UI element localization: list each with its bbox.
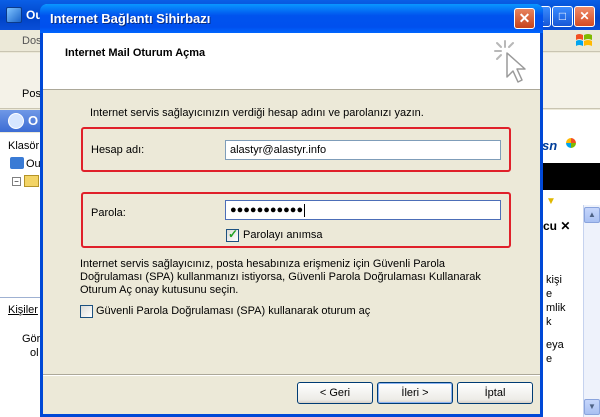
- spa-description-text: Internet servis sağlayıcınız, posta hesa…: [80, 258, 481, 296]
- remember-password-checkbox[interactable]: ✓: [226, 227, 239, 242]
- panel-text: e: [546, 353, 553, 365]
- back-button[interactable]: < Geri: [297, 382, 373, 404]
- contacts-text: ol: [30, 347, 39, 359]
- cancel-button[interactable]: İptal: [457, 382, 533, 404]
- windows-flag-icon: [576, 34, 592, 46]
- remember-password-label[interactable]: Parolayı anımsa: [243, 229, 322, 241]
- password-masked-value: ●●●●●●●●●●●: [230, 204, 304, 216]
- panel-text: eya: [546, 339, 564, 351]
- folder-header-title: O: [28, 113, 39, 128]
- text-caret: [304, 203, 306, 217]
- outlook-app-icon: [6, 7, 22, 23]
- panel-heading: cu ✕: [543, 219, 571, 233]
- outlook-folder-icon: [10, 157, 24, 169]
- scroll-down-icon[interactable]: ▼: [584, 399, 600, 415]
- scroll-up-icon[interactable]: ▲: [584, 207, 600, 223]
- account-name-input[interactable]: alastyr@alastyr.info: [225, 140, 501, 160]
- dialog-title: Internet Bağlantı Sihirbazı: [50, 11, 211, 26]
- next-button[interactable]: İleri >: [377, 382, 453, 404]
- local-folders-icon[interactable]: [24, 175, 39, 187]
- msn-logo: sn: [542, 138, 558, 153]
- dialog-titlebar[interactable]: Internet Bağlantı Sihirbazı ✕: [40, 4, 543, 33]
- wizard-cursor-icon: [494, 40, 526, 83]
- contacts-text: Gör: [22, 333, 41, 345]
- wizard-header: Internet Mail Oturum Açma: [43, 33, 540, 90]
- spa-checkbox[interactable]: [80, 305, 93, 318]
- outlook-express-icon: [8, 113, 24, 129]
- contacts-link[interactable]: Kişiler: [8, 304, 38, 316]
- folders-label: Klasör: [8, 140, 40, 152]
- maximize-button[interactable]: □: [552, 6, 573, 27]
- panel-text: e: [546, 288, 553, 300]
- wizard-page-title: Internet Mail Oturum Açma: [65, 47, 206, 59]
- internet-connection-wizard-dialog: Internet Bağlantı Sihirbazı ✕ Internet M…: [40, 4, 543, 417]
- msn-butterfly-icon: [566, 138, 576, 148]
- background-close-button[interactable]: ✕: [574, 6, 595, 27]
- password-input[interactable]: ●●●●●●●●●●●: [225, 200, 501, 220]
- pane-divider: [0, 297, 42, 298]
- panel-text: kişi: [546, 274, 562, 286]
- tree-item-outlook[interactable]: Ou: [26, 158, 41, 170]
- msn-banner: [541, 163, 600, 190]
- checkmark-icon: ✓: [228, 227, 239, 241]
- dialog-close-button[interactable]: ✕: [514, 8, 535, 29]
- button-separator: [43, 374, 540, 376]
- menu-item-file[interactable]: Dos: [22, 35, 42, 47]
- spa-checkbox-label[interactable]: Güvenli Parola Doğrulaması (SPA) kullana…: [96, 305, 370, 317]
- password-label: Parola:: [91, 207, 126, 219]
- tree-collapse-icon[interactable]: −: [12, 177, 21, 186]
- panel-text: k: [546, 316, 552, 328]
- account-name-label: Hesap adı:: [91, 144, 145, 156]
- dropdown-arrow-icon[interactable]: ▼: [546, 196, 556, 207]
- toolbar-create-mail-button[interactable]: Pos: [22, 88, 41, 100]
- panel-scrollbar[interactable]: ▲ ▼: [583, 205, 600, 417]
- instructions-text: Internet servis sağlayıcınızın verdiği h…: [90, 107, 424, 119]
- panel-text: mlik: [546, 302, 566, 314]
